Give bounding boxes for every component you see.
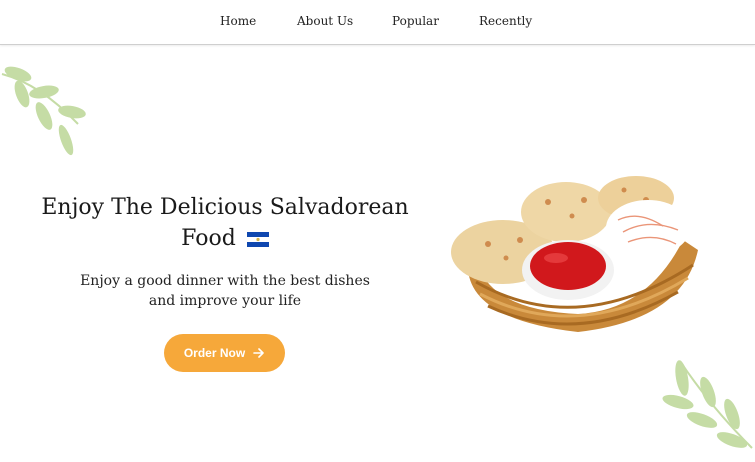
arrow-right-icon	[253, 348, 264, 358]
main-nav: Home About Us Popular Recently	[0, 14, 755, 32]
nav-link-recently[interactable]: Recently	[479, 14, 532, 28]
nav-link-about-us[interactable]: About Us	[297, 14, 353, 28]
hero-title-line2: Food	[181, 226, 236, 251]
hero-title: Enjoy The Delicious Salvadorean Food	[30, 192, 420, 254]
nav-link-home[interactable]: Home	[220, 14, 256, 28]
order-now-button[interactable]: Order Now	[164, 334, 285, 372]
el-salvador-flag-icon	[246, 232, 269, 247]
hero-subtitle-line1: Enjoy a good dinner with the best dishes	[80, 273, 370, 289]
hero-subtitle: Enjoy a good dinner with the best dishes…	[50, 271, 400, 311]
order-now-label: Order Now	[183, 346, 246, 360]
hero-title-line1: Enjoy The Delicious Salvadorean	[41, 195, 409, 220]
top-header: Home About Us Popular Recently	[0, 0, 755, 45]
leaf-branch-icon	[662, 360, 753, 449]
pupusas-basket-image	[451, 176, 698, 332]
hero-subtitle-line2: and improve your life	[148, 293, 302, 309]
leaf-branch-icon	[1, 66, 86, 156]
nav-link-popular[interactable]: Popular	[392, 14, 439, 28]
